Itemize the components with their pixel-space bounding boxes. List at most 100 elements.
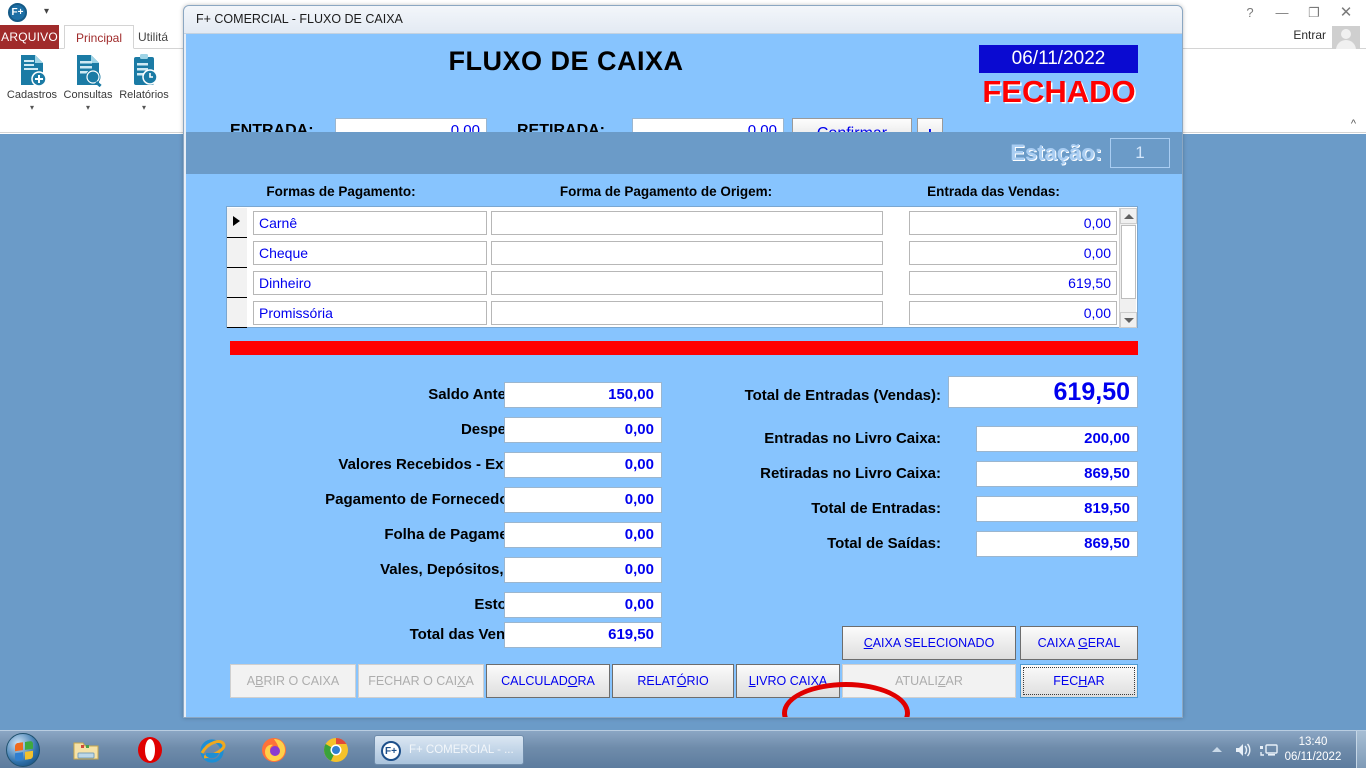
cell-forma-pagamento[interactable]: Carnê: [253, 211, 487, 235]
chevron-down-icon[interactable]: ▾: [60, 102, 116, 114]
fechar-caixa-button[interactable]: FECHAR O CAIXA: [358, 664, 484, 698]
chevron-down-icon[interactable]: ▾: [4, 102, 60, 114]
table-row[interactable]: Carnê 0,00: [227, 208, 1117, 238]
row-selector[interactable]: [227, 268, 247, 298]
speaker-icon[interactable]: [1234, 742, 1252, 763]
cell-forma-origem[interactable]: [491, 271, 883, 295]
row-selector[interactable]: [227, 298, 247, 328]
input-estorno[interactable]: 0,00: [504, 592, 662, 618]
input-pagamento-fornecedores[interactable]: 0,00: [504, 487, 662, 513]
show-desktop-button[interactable]: [1356, 731, 1366, 768]
input-vales-depositos[interactable]: 0,00: [504, 557, 662, 583]
avatar-head-icon: [1341, 29, 1351, 39]
cell-forma-pagamento[interactable]: Cheque: [253, 241, 487, 265]
label-retiradas-livro-caixa: Retiradas no Livro Caixa:: [760, 465, 941, 482]
row-selector[interactable]: [227, 208, 247, 238]
cell-entrada-vendas[interactable]: 0,00: [909, 241, 1117, 265]
taskbar: F+ F+ COMERCIAL - ... 13:40 06/11/2022: [0, 730, 1366, 768]
file-explorer-icon[interactable]: [72, 736, 100, 764]
label-estorno: Estorno:: [246, 596, 536, 613]
table-row[interactable]: Dinheiro 619,50: [227, 268, 1117, 298]
close-button[interactable]: ✕: [1330, 2, 1362, 24]
clock[interactable]: 13:40 06/11/2022: [1276, 735, 1350, 765]
caixa-selecionado-button[interactable]: CAIXA SELECIONADO: [842, 626, 1016, 660]
avatar[interactable]: [1332, 26, 1360, 51]
label-vales-depositos: Vales, Depósitos, Etc:: [380, 561, 536, 578]
label-total-saidas: Total de Saídas:: [827, 535, 941, 552]
input-despesas[interactable]: 0,00: [504, 417, 662, 443]
livro-caixa-button[interactable]: LIVRO CAIXA: [736, 664, 840, 698]
scrollbar-thumb[interactable]: [1121, 225, 1136, 299]
cell-entrada-vendas[interactable]: 619,50: [909, 271, 1117, 295]
input-entradas-livro-caixa[interactable]: 200,00: [976, 426, 1138, 452]
label-total-vendas: Total das Vendas:: [409, 626, 536, 643]
input-total-entradas[interactable]: 819,50: [976, 496, 1138, 522]
label-entradas-livro-caixa: Entradas no Livro Caixa:: [764, 430, 941, 447]
child-window-title: F+ COMERCIAL - FLUXO DE CAIXA: [196, 12, 403, 26]
child-window-titlebar[interactable]: F+ COMERCIAL - FLUXO DE CAIXA: [184, 6, 1182, 34]
cell-forma-origem[interactable]: [491, 211, 883, 235]
input-total-saidas[interactable]: 869,50: [976, 531, 1138, 557]
window-controls: ? — ❐ ✕: [1234, 0, 1362, 25]
firefox-icon[interactable]: [260, 736, 288, 764]
input-retiradas-livro-caixa[interactable]: 869,50: [976, 461, 1138, 487]
quick-access-dropdown-icon[interactable]: ▾: [44, 6, 49, 18]
ribbon-label-relatorios: Relatórios: [119, 89, 169, 101]
scroll-down-icon[interactable]: [1120, 312, 1137, 328]
tab-principal[interactable]: Principal: [64, 25, 134, 49]
chevron-down-icon[interactable]: ▾: [116, 102, 172, 114]
clock-date: 06/11/2022: [1284, 751, 1342, 763]
start-button[interactable]: [6, 733, 40, 767]
payment-grid[interactable]: Carnê 0,00 Cheque 0,00 Dinheiro 619,50 P…: [226, 206, 1138, 328]
input-saldo-anterior[interactable]: 150,00: [504, 382, 662, 408]
atualizar-button[interactable]: ATUALIZAR: [842, 664, 1016, 698]
opera-icon[interactable]: [136, 736, 164, 764]
ribbon-button-cadastros[interactable]: Cadastros ▾: [4, 51, 60, 114]
restore-button[interactable]: ❐: [1298, 2, 1330, 24]
scroll-up-icon[interactable]: [1120, 208, 1137, 224]
internet-explorer-icon[interactable]: [198, 736, 226, 764]
grid-scrollbar[interactable]: [1119, 208, 1137, 328]
ribbon-button-relatorios[interactable]: Relatórios ▾: [116, 51, 172, 114]
chevron-up-icon[interactable]: ^: [1351, 118, 1356, 130]
clipboard-clock-icon: [116, 51, 172, 89]
abrir-caixa-button[interactable]: ABRIR O CAIXA: [230, 664, 356, 698]
ribbon-button-consultas[interactable]: Consultas ▾: [60, 51, 116, 114]
show-hidden-icons-icon[interactable]: [1212, 747, 1222, 752]
windows-logo-icon: [15, 740, 33, 762]
fechar-button[interactable]: FECHAR: [1020, 664, 1138, 698]
sign-in-label[interactable]: Entrar: [1293, 28, 1326, 42]
cell-forma-origem[interactable]: [491, 241, 883, 265]
station-label: Estação:: [1010, 140, 1102, 165]
page-title: FLUXO DE CAIXA: [448, 46, 684, 76]
taskbar-item-label: F+ COMERCIAL - ...: [409, 744, 514, 756]
taskbar-item-fcomercial[interactable]: F+ F+ COMERCIAL - ...: [374, 735, 524, 765]
cell-forma-pagamento[interactable]: Promissória: [253, 301, 487, 325]
chrome-icon[interactable]: [322, 736, 350, 764]
minimize-button[interactable]: —: [1266, 2, 1298, 24]
table-row[interactable]: Cheque 0,00: [227, 238, 1117, 268]
input-valores-recebidos-extras[interactable]: 0,00: [504, 452, 662, 478]
input-total-vendas[interactable]: 619,50: [504, 622, 662, 648]
tab-arquivo[interactable]: ARQUIVO: [0, 25, 59, 49]
grid-header-origem: Forma de Pagamento de Origem:: [559, 184, 773, 199]
caixa-geral-button[interactable]: CAIXA GERAL: [1020, 626, 1138, 660]
table-row[interactable]: Promissória 0,00: [227, 298, 1117, 328]
row-selector[interactable]: [227, 238, 247, 268]
calculadora-button[interactable]: CALCULADORA: [486, 664, 610, 698]
label-saldo-anterior: Saldo Anterior:: [428, 386, 536, 403]
label-pagamento-fornecedores: Pagamento de Fornecedores:: [325, 491, 536, 508]
input-folha-pagamento[interactable]: 0,00: [504, 522, 662, 548]
cell-forma-origem[interactable]: [491, 301, 883, 325]
cell-entrada-vendas[interactable]: 0,00: [909, 211, 1117, 235]
label-folha-pagamento: Folha de Pagamento:: [384, 526, 536, 543]
current-date-badge: 06/11/2022: [979, 45, 1138, 73]
grid-header-formas: Formas de Pagamento:: [266, 184, 416, 199]
cell-entrada-vendas[interactable]: 0,00: [909, 301, 1117, 325]
cell-forma-pagamento[interactable]: Dinheiro: [253, 271, 487, 295]
help-button[interactable]: ?: [1234, 2, 1266, 24]
label-valores-recebidos-extras: Valores Recebidos - Extras:: [338, 456, 536, 473]
clock-time: 13:40: [1298, 736, 1328, 748]
relatorio-button[interactable]: RELATÓRIO: [612, 664, 734, 698]
input-total-entradas-vendas[interactable]: 619,50: [948, 376, 1138, 408]
